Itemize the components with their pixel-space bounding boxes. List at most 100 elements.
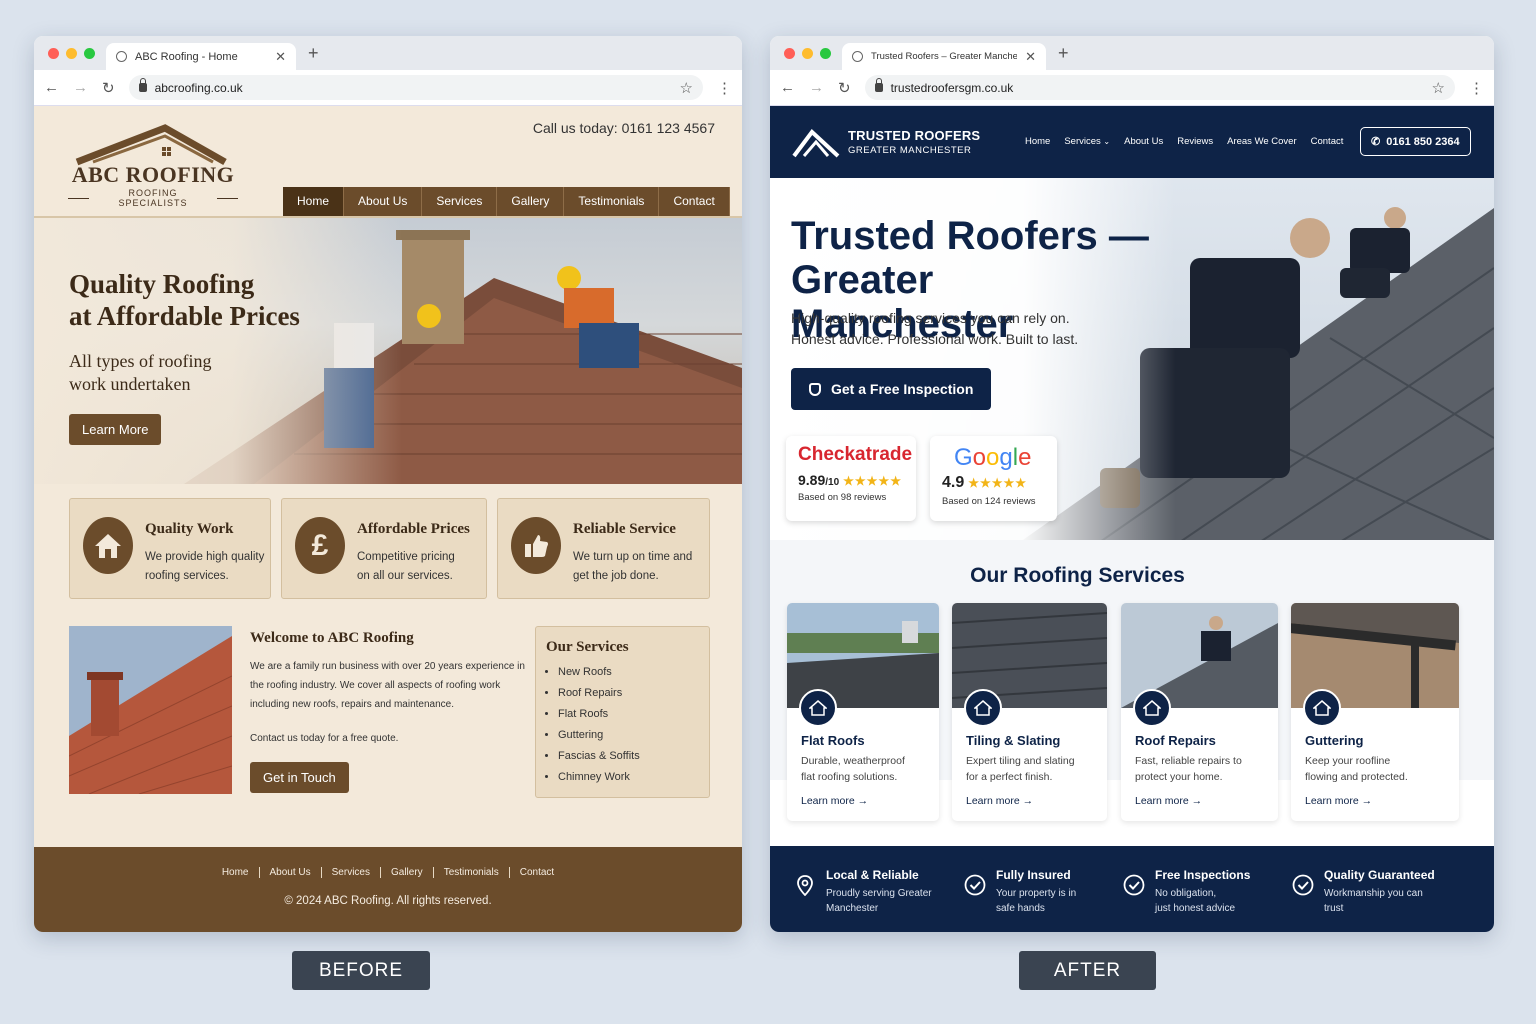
main-nav: Home Services ⌄ About Us Reviews Areas W…: [1025, 136, 1343, 147]
nav-home[interactable]: Home: [283, 187, 345, 216]
new-tab-icon[interactable]: +: [1058, 43, 1069, 64]
welcome-paragraph: We are a family run business with over 2…: [250, 661, 525, 710]
feature-card-quality: Quality Work We provide high quality roof…: [69, 498, 271, 599]
phone-button[interactable]: ✆ 0161 850 2364: [1360, 127, 1471, 156]
nav-home[interactable]: Home: [1025, 136, 1050, 147]
close-window-button[interactable]: [48, 48, 59, 59]
globe-icon: [116, 51, 127, 62]
service-card-text: Fast, reliable repairs to protect your ho…: [1135, 755, 1242, 783]
service-card-flat-roofs[interactable]: Flat Roofs Durable, weatherproof flat roo…: [787, 603, 939, 821]
service-card-roof-repairs[interactable]: Roof Repairs Fast, reliable repairs to pr…: [1121, 603, 1278, 821]
star-rating-icon: ★★★★★: [843, 474, 902, 488]
nav-gallery[interactable]: Gallery: [497, 187, 565, 216]
footer-link-contact[interactable]: Contact: [510, 867, 564, 878]
window-controls: [784, 48, 831, 59]
close-window-button[interactable]: [784, 48, 795, 59]
roof-tiles-icon: [964, 689, 1002, 727]
footer-link-gallery[interactable]: Gallery: [381, 867, 434, 878]
service-card-title: Roof Repairs: [1135, 733, 1216, 748]
nav-services[interactable]: Services: [422, 187, 498, 216]
hero-section: Quality Roofing at Affordable Prices All …: [34, 218, 742, 484]
after-browser-window: Trusted Roofers – Greater Manchester ✕ +…: [770, 36, 1494, 932]
chimney-roof-photo: [69, 626, 232, 794]
close-tab-icon[interactable]: ✕: [1025, 49, 1036, 65]
google-review-card[interactable]: Google 4.9 ★★★★★ Based on 124 reviews: [930, 436, 1057, 521]
url-field[interactable]: abcroofing.co.uk ☆: [128, 75, 703, 100]
maximize-window-button[interactable]: [84, 48, 95, 59]
learn-more-link[interactable]: Learn more →: [966, 795, 1033, 807]
arrow-right-icon: →: [1361, 795, 1373, 807]
trust-title: Free Inspections: [1155, 868, 1251, 882]
maximize-window-button[interactable]: [820, 48, 831, 59]
reload-icon[interactable]: ↻: [102, 79, 115, 97]
kebab-menu-icon[interactable]: ⋮: [1469, 79, 1484, 97]
get-in-touch-button[interactable]: Get in Touch: [250, 762, 349, 793]
roof-repair-icon: [1133, 689, 1171, 727]
service-item: New Roofs: [558, 662, 699, 683]
nav-testimonials[interactable]: Testimonials: [564, 187, 660, 216]
trust-item-local: Local & Reliable Proudly serving Greater M…: [794, 868, 938, 916]
hero-section: Trusted Roofers — Greater Manchester High…: [770, 178, 1494, 542]
house-icon: [799, 689, 837, 727]
browser-tab[interactable]: ABC Roofing - Home ✕: [106, 43, 296, 70]
gutter-icon: [1303, 689, 1341, 727]
minimize-window-button[interactable]: [66, 48, 77, 59]
browser-tab[interactable]: Trusted Roofers – Greater Manchester ✕: [842, 43, 1046, 70]
service-card-guttering[interactable]: Guttering Keep your roofline flowing and …: [1291, 603, 1459, 821]
checkatrade-logo: Checkatrade: [798, 444, 913, 465]
roof-logo-icon: [792, 129, 840, 158]
nav-areas-we-cover[interactable]: Areas We Cover: [1227, 136, 1297, 147]
learn-more-link[interactable]: Learn more →: [801, 795, 868, 807]
shield-icon: [809, 382, 821, 396]
cta-label: Get a Free Inspection: [831, 381, 974, 397]
site-logo[interactable]: ABC ROOFING ROOFING SPECIALISTS: [68, 124, 238, 208]
close-tab-icon[interactable]: ✕: [275, 49, 286, 65]
feature-card-prices: £ Affordable Prices Competitive pricing o…: [281, 498, 487, 599]
nav-services[interactable]: Services ⌄: [1064, 136, 1110, 147]
window-controls: [48, 48, 95, 59]
footer-links: Home About Us Services Gallery Testimoni…: [34, 867, 742, 878]
url-field[interactable]: trustedroofersgm.co.uk ☆: [864, 75, 1455, 100]
bookmark-star-icon[interactable]: ☆: [680, 79, 693, 97]
bookmark-star-icon[interactable]: ☆: [1432, 79, 1445, 97]
service-item: Roof Repairs: [558, 683, 699, 704]
nav-about-us[interactable]: About Us: [1124, 136, 1163, 147]
free-inspection-button[interactable]: Get a Free Inspection: [791, 368, 992, 410]
reload-icon[interactable]: ↻: [838, 79, 851, 97]
forward-arrow-icon[interactable]: →: [809, 79, 824, 96]
copyright: © 2024 ABC Roofing. All rights reserved.: [284, 895, 492, 907]
learn-more-button[interactable]: Learn More: [69, 414, 162, 445]
site-footer: Home About Us Services Gallery Testimoni…: [34, 847, 742, 932]
trust-title: Quality Guaranteed: [1324, 868, 1435, 882]
service-card-tiling[interactable]: Tiling & Slating Expert tiling and slati…: [952, 603, 1107, 821]
footer-link-home[interactable]: Home: [212, 867, 260, 878]
feature-text: Competitive pricing on all our services.: [357, 551, 455, 582]
trust-item-insured: Fully Insured Your property is in safe han…: [964, 868, 1108, 916]
learn-more-link[interactable]: Learn more →: [1305, 795, 1372, 807]
trust-text: Your property is in safe hands: [996, 888, 1077, 914]
trust-title: Local & Reliable: [826, 868, 919, 882]
new-tab-icon[interactable]: +: [308, 43, 319, 64]
nav-contact[interactable]: Contact: [1311, 136, 1344, 147]
back-arrow-icon[interactable]: ←: [780, 79, 795, 96]
check-circle-icon: [1292, 874, 1314, 896]
after-page: TRUSTED ROOFERS GREATER MANCHESTER Home …: [770, 106, 1494, 932]
footer-link-testimonials[interactable]: Testimonials: [434, 867, 510, 878]
minimize-window-button[interactable]: [802, 48, 813, 59]
kebab-menu-icon[interactable]: ⋮: [717, 79, 732, 97]
footer-link-services[interactable]: Services: [322, 867, 381, 878]
before-page: ABC ROOFING ROOFING SPECIALISTS Call us …: [34, 106, 742, 932]
logo-tagline: ROOFING SPECIALISTS: [68, 188, 238, 208]
forward-arrow-icon[interactable]: →: [73, 79, 88, 96]
nav-reviews[interactable]: Reviews: [1177, 136, 1213, 147]
back-arrow-icon[interactable]: ←: [44, 79, 59, 96]
nav-contact[interactable]: Contact: [659, 187, 730, 216]
arrow-right-icon: →: [1022, 795, 1034, 807]
services-title: Our Services: [546, 639, 629, 655]
tab-title: ABC Roofing - Home: [135, 50, 238, 63]
site-logo[interactable]: TRUSTED ROOFERS GREATER MANCHESTER: [792, 126, 980, 158]
learn-more-link[interactable]: Learn more →: [1135, 795, 1202, 807]
nav-about-us[interactable]: About Us: [344, 187, 423, 216]
footer-link-about-us[interactable]: About Us: [260, 867, 322, 878]
checkatrade-review-card[interactable]: Checkatrade 9.89/10 ★★★★★ Based on 98 rev…: [786, 436, 916, 521]
